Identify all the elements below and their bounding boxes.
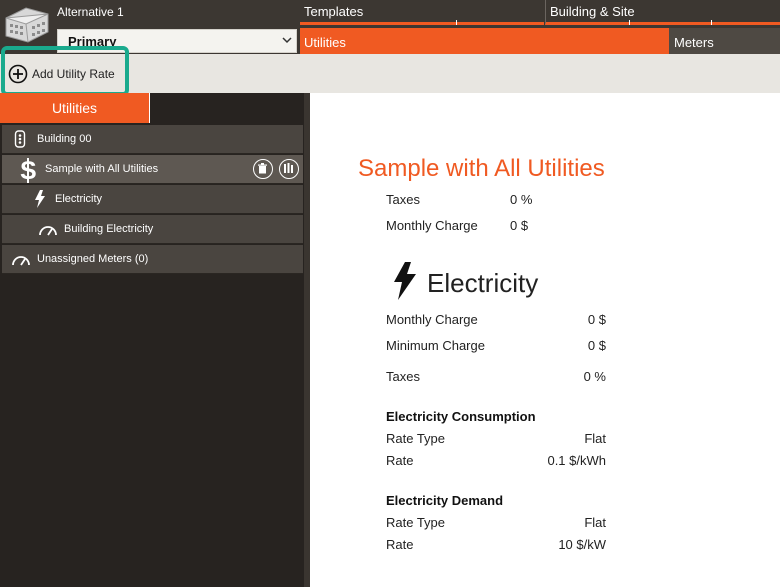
tab-separator xyxy=(456,20,457,25)
building-thumbnail-icon xyxy=(5,7,49,43)
tree-item-unassigned-meters[interactable]: Unassigned Meters (0) xyxy=(2,245,303,274)
demand-rate-label: Rate xyxy=(386,537,414,552)
tree-item-utility-rate[interactable]: S Sample with All Utilities xyxy=(2,155,303,184)
trash-icon xyxy=(258,163,267,174)
tab-separator xyxy=(629,20,630,25)
highlight-box xyxy=(1,46,129,96)
page-title: Sample with All Utilities xyxy=(358,155,605,182)
demand-heading: Electricity Demand xyxy=(386,493,504,508)
consumption-rate-type-value: Flat xyxy=(584,431,606,446)
electricity-monthly-charge-value: 0 $ xyxy=(587,312,606,327)
meter-gauge-icon xyxy=(12,256,30,266)
tab-separator xyxy=(711,20,712,25)
demand-rate-value: 10 $/kW xyxy=(558,537,606,552)
tab-building-site[interactable]: Building & Site xyxy=(545,0,780,25)
sidebar-tab-label: Utilities xyxy=(51,100,98,116)
tree-item-electricity[interactable]: Electricity xyxy=(2,185,303,214)
tree-item-building[interactable]: Building 00 xyxy=(2,125,303,154)
electricity-monthly-charge-label: Monthly Charge xyxy=(386,312,478,327)
consumption-heading: Electricity Consumption xyxy=(386,409,536,424)
tree-item-label: Sample with All Utilities xyxy=(45,163,159,175)
electricity-minimum-charge-label: Minimum Charge xyxy=(386,338,485,353)
electricity-minimum-charge-value: 0 $ xyxy=(587,338,606,353)
sidebar-tab-utilities[interactable]: Utilities xyxy=(0,93,150,123)
dollar-icon: S xyxy=(20,157,37,183)
subtab-meters[interactable]: Meters xyxy=(669,28,780,54)
lightning-icon xyxy=(394,262,416,300)
delete-button[interactable] xyxy=(253,159,273,179)
tree-item-label: Unassigned Meters (0) xyxy=(37,253,149,265)
consumption-rate-type-label: Rate Type xyxy=(386,431,446,446)
tab-templates[interactable]: Templates xyxy=(300,0,544,25)
chevron-down-icon xyxy=(282,37,292,44)
tree-item-label: Building Electricity xyxy=(64,223,154,235)
subtab-utilities-label: Utilities xyxy=(304,35,346,50)
tree-item-building-electricity[interactable]: Building Electricity xyxy=(2,215,303,244)
taxes-value: 0 % xyxy=(510,192,533,207)
tab-building-site-label: Building & Site xyxy=(550,4,635,19)
tree-item-label: Building 00 xyxy=(37,133,92,145)
demand-rate-type-value: Flat xyxy=(584,515,606,530)
lightning-icon xyxy=(35,190,45,208)
consumption-rate-label: Rate xyxy=(386,453,414,468)
meter-gauge-icon xyxy=(39,226,57,236)
consumption-rate-value: 0.1 $/kWh xyxy=(547,453,606,468)
electricity-taxes-value: 0 % xyxy=(583,369,606,384)
detail-panel: Sample with All Utilities Taxes 0 % Mont… xyxy=(310,93,780,587)
tab-templates-label: Templates xyxy=(304,4,364,19)
electricity-taxes-label: Taxes xyxy=(386,369,420,384)
demand-rate-type-label: Rate Type xyxy=(386,515,446,530)
library-icon xyxy=(284,163,293,173)
sidebar: Utilities Building 00 S Sample with All … xyxy=(0,93,305,587)
electricity-heading: Electricity xyxy=(427,268,539,298)
tree-item-label: Electricity xyxy=(55,193,103,205)
taxes-label: Taxes xyxy=(386,192,420,207)
monthly-charge-value: 0 $ xyxy=(510,218,529,233)
subtab-meters-label: Meters xyxy=(674,35,714,50)
alternative-label: Alternative 1 xyxy=(57,5,124,19)
subtab-utilities[interactable]: Utilities xyxy=(300,28,669,54)
monthly-charge-label: Monthly Charge xyxy=(386,218,478,233)
building-icon xyxy=(14,130,26,148)
library-button[interactable] xyxy=(279,159,299,179)
